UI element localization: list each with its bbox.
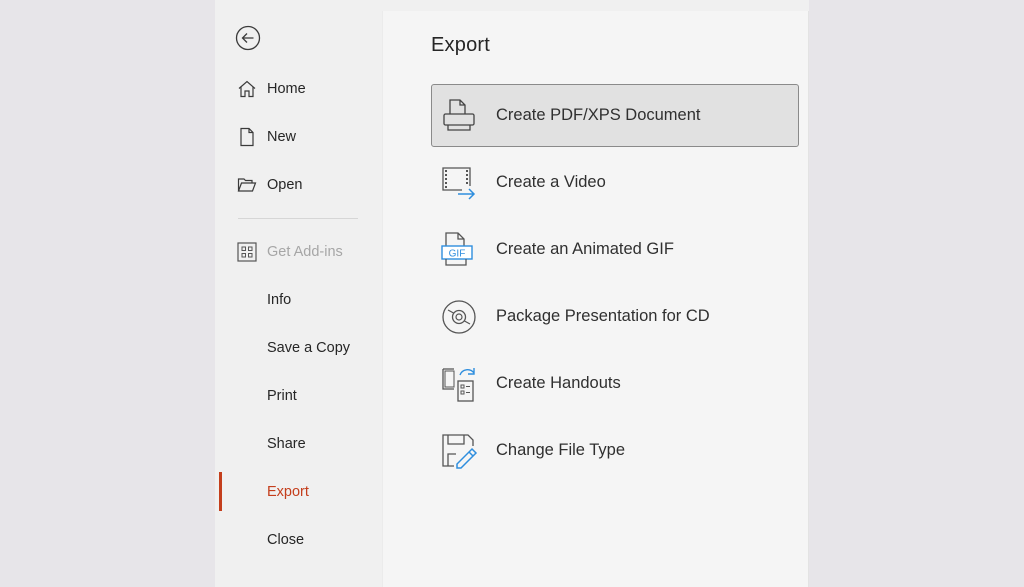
sidebar-item-label: Open	[267, 177, 303, 193]
video-export-icon	[442, 166, 476, 200]
sidebar-item-label: Get Add-ins	[267, 244, 343, 260]
sidebar-item-print[interactable]: Print	[215, 376, 382, 416]
cd-disc-icon	[442, 299, 476, 334]
new-document-icon	[237, 127, 257, 147]
change-file-type-option[interactable]: Change File Type	[431, 419, 799, 482]
sidebar-item-label: Close	[267, 532, 305, 548]
change-file-type-icon	[442, 433, 478, 469]
sidebar-item-label: Share	[267, 436, 306, 452]
back-arrow-circle-icon	[235, 25, 261, 51]
option-label: Create a Video	[496, 173, 606, 191]
sidebar-item-new[interactable]: New	[215, 117, 382, 157]
sidebar-item-save-a-copy[interactable]: Save a Copy	[215, 328, 382, 368]
create-handouts-option[interactable]: Create Handouts	[431, 352, 799, 415]
backstage-sidebar: Home New Open Get Add-ins Info Save a Co…	[215, 0, 382, 587]
sidebar-item-label: Export	[267, 484, 309, 500]
export-panel: Export Create PDF/XPS Document Create a …	[382, 11, 809, 587]
backstage-window: Home New Open Get Add-ins Info Save a Co…	[215, 0, 809, 587]
sidebar-item-get-add-ins[interactable]: Get Add-ins	[215, 232, 382, 272]
sidebar-item-open[interactable]: Open	[215, 165, 382, 205]
add-ins-grid-icon	[237, 242, 257, 262]
option-label: Create PDF/XPS Document	[496, 106, 701, 124]
sidebar-item-label: Home	[267, 81, 306, 97]
sidebar-item-home[interactable]: Home	[215, 69, 382, 109]
handouts-icon	[442, 367, 475, 402]
create-animated-gif-option[interactable]: GIF Create an Animated GIF	[431, 218, 799, 281]
gif-file-icon: GIF	[441, 231, 473, 266]
page-title: Export	[431, 34, 491, 56]
sidebar-item-export[interactable]: Export	[215, 472, 382, 512]
sidebar-item-label: New	[267, 129, 297, 145]
package-for-cd-option[interactable]: Package Presentation for CD	[431, 285, 799, 348]
create-pdf-xps-option[interactable]: Create PDF/XPS Document	[431, 84, 799, 147]
sidebar-item-label: Print	[267, 388, 297, 404]
option-label: Create an Animated GIF	[496, 240, 674, 258]
sidebar-item-close[interactable]: Close	[215, 520, 382, 560]
sidebar-item-label: Info	[267, 292, 292, 308]
sidebar-item-info[interactable]: Info	[215, 280, 382, 320]
sidebar-divider	[238, 218, 358, 219]
option-label: Package Presentation for CD	[496, 307, 710, 325]
sidebar-item-share[interactable]: Share	[215, 424, 382, 464]
sidebar-item-label: Save a Copy	[267, 340, 351, 356]
option-label: Create Handouts	[496, 374, 621, 392]
back-button[interactable]	[235, 25, 261, 51]
create-video-option[interactable]: Create a Video	[431, 151, 799, 214]
folder-open-icon	[237, 175, 257, 195]
pdf-document-icon	[443, 98, 475, 131]
home-icon	[237, 79, 257, 99]
option-label: Change File Type	[496, 441, 626, 459]
svg-text:GIF: GIF	[449, 248, 466, 259]
